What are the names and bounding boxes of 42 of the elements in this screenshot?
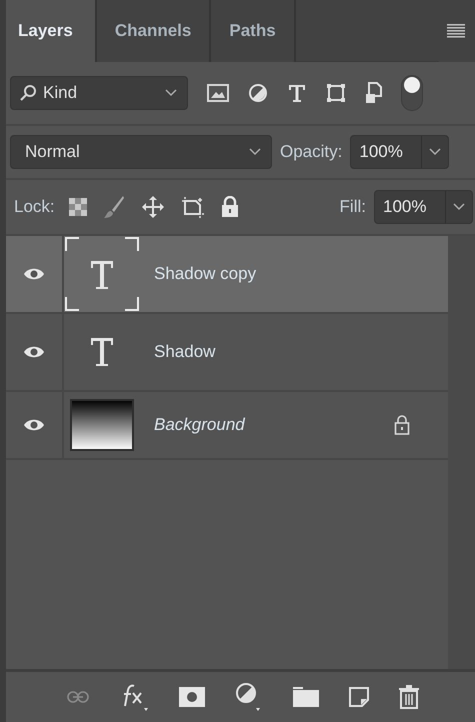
brush-icon[interactable] xyxy=(102,195,125,219)
new-page-icon[interactable] xyxy=(349,687,369,707)
layer-name: Background xyxy=(154,415,246,435)
fill-field[interactable]: 100% xyxy=(374,190,473,224)
eye-icon[interactable] xyxy=(23,418,45,432)
checkerboard-icon[interactable] xyxy=(68,198,87,216)
scrollbar-track[interactable] xyxy=(448,236,475,669)
chevron-icon xyxy=(165,89,177,97)
half-circle-icon[interactable] xyxy=(248,83,268,103)
type-icon[interactable] xyxy=(287,83,307,103)
folder-icon[interactable] xyxy=(293,687,319,707)
trash-icon[interactable] xyxy=(399,685,419,709)
shape-icon[interactable] xyxy=(326,83,346,103)
lock-icon[interactable] xyxy=(220,196,239,218)
layer-name: Shadow copy xyxy=(154,264,258,284)
move-icon[interactable] xyxy=(140,195,165,219)
eye-icon[interactable] xyxy=(23,345,45,359)
filter-dropdown[interactable]: Kind xyxy=(10,76,188,110)
chevron-icon xyxy=(249,148,261,156)
chevron-icon xyxy=(453,203,465,211)
layer-row[interactable]: Background xyxy=(6,392,448,460)
gradient-thumbnail xyxy=(70,399,134,451)
opacity-label: Opacity: xyxy=(280,142,342,162)
lock-label: Lock: xyxy=(14,197,55,217)
opacity-field[interactable]: 100% xyxy=(350,135,450,169)
image-icon[interactable] xyxy=(207,84,229,102)
search-icon xyxy=(19,84,37,102)
eye-icon[interactable] xyxy=(23,267,45,281)
half-circle-icon[interactable] xyxy=(235,682,263,712)
smart-object-icon[interactable] xyxy=(365,82,383,104)
blend-mode-dropdown[interactable]: Normal xyxy=(10,135,272,169)
filter-toggle[interactable] xyxy=(401,75,423,111)
layer-name: Shadow xyxy=(154,342,216,362)
artboard-icon[interactable] xyxy=(180,196,205,218)
mask-icon[interactable] xyxy=(179,687,205,707)
fill-label: Fill: xyxy=(340,197,366,217)
chevron-icon xyxy=(429,148,442,156)
layer-row[interactable]: Shadow copy xyxy=(6,236,448,314)
panel-tab[interactable]: Layers xyxy=(6,0,97,62)
selected-type-thumbnail-icon xyxy=(65,237,139,311)
type-icon xyxy=(91,338,113,366)
menu-icon[interactable] xyxy=(447,24,465,38)
